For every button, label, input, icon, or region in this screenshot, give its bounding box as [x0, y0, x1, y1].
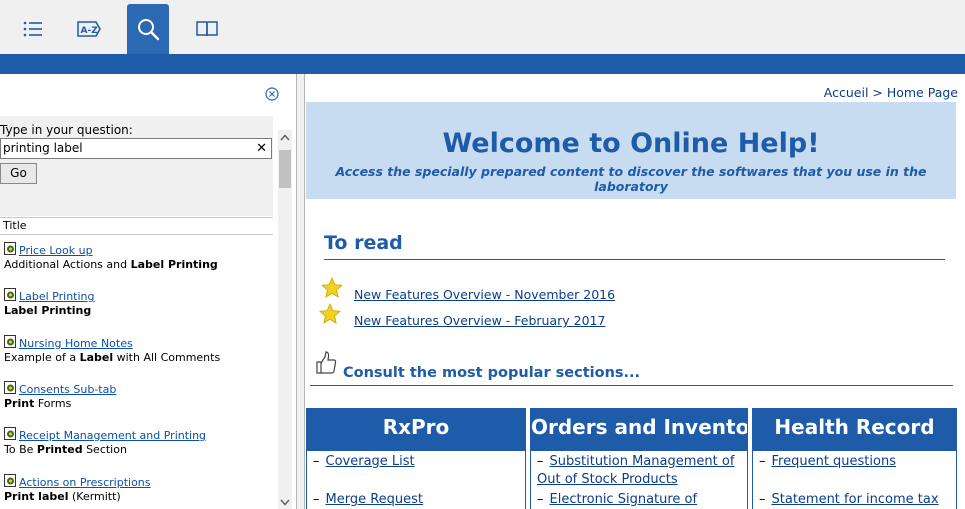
result-description-part: with All Comments: [113, 350, 221, 364]
card-rxpro: RxPro – Coverage List – Merge Request: [306, 408, 526, 509]
result-link[interactable]: Receipt Management and Printing: [19, 429, 206, 442]
results-scrollbar[interactable]: [278, 130, 292, 509]
chevron-up-icon: [280, 133, 290, 140]
a-z-label: A-Z: [81, 26, 99, 36]
result-description: Additional Actions and Label Printing: [4, 258, 218, 271]
result-link[interactable]: Consents Sub-tab: [19, 383, 116, 396]
book-icon: [196, 21, 218, 37]
result-description-part: Printed: [36, 443, 83, 457]
list-icon: [23, 21, 42, 37]
result-description: Print label (Kermitt): [4, 490, 121, 503]
result-description-part: Print: [4, 396, 35, 410]
result-link[interactable]: Price Look up: [19, 244, 93, 257]
scroll-down-button[interactable]: [278, 495, 292, 509]
topic-icon: [4, 427, 16, 441]
card-title[interactable]: RxPro: [307, 409, 525, 451]
search-form: Type in your question: printing label ✕ …: [0, 116, 273, 216]
result-description-part: Print label: [4, 489, 69, 503]
star-icon: [321, 277, 343, 298]
question-label: Type in your question:: [0, 123, 133, 137]
result-link[interactable]: Nursing Home Notes: [19, 337, 133, 350]
card-item[interactable]: – Statement for income tax: [759, 491, 954, 509]
result-description-part: Label Printing: [130, 258, 218, 271]
result-description: To Be Printed Section: [4, 443, 127, 456]
pane-splitter[interactable]: [296, 74, 305, 509]
topic-icon: [4, 473, 16, 487]
card-orders-inventory: Orders and Inventory –Substitution Manag…: [530, 408, 748, 509]
welcome-banner: Welcome to Online Help! Access the speci…: [306, 102, 956, 199]
list-item[interactable]: Nursing Home Notes Example of a Label wit…: [4, 334, 272, 367]
topic-icon: [4, 288, 16, 302]
toc-button[interactable]: [12, 4, 54, 54]
search-pane: Type in your question: printing label ✕ …: [0, 74, 296, 509]
search-input[interactable]: printing label ✕: [0, 138, 272, 159]
scroll-thumb[interactable]: [279, 150, 291, 188]
result-description-part: Example of a: [4, 350, 80, 364]
card-item[interactable]: – Electronic Signature of: [537, 491, 741, 509]
to-read-heading: To read: [324, 232, 403, 254]
to-read-link-feb-2017[interactable]: New Features Overview - February 2017: [354, 313, 605, 328]
result-description-part: Additional Actions and: [4, 258, 131, 271]
result-description-part: Label: [79, 350, 114, 364]
content-pane: Accueil > Home Page Welcome to Online He…: [305, 74, 965, 509]
thumbs-up-icon: [316, 351, 337, 374]
star-icon: [319, 303, 341, 324]
toolbar: A-Z: [0, 0, 965, 54]
chevron-down-icon: [280, 499, 290, 506]
result-description-part: To Be: [4, 443, 37, 457]
topic-icon: [4, 242, 16, 255]
clear-icon[interactable]: ✕: [256, 139, 267, 158]
result-description: Example of a Label with All Comments: [4, 351, 220, 364]
a-z-index-icon: A-Z: [77, 21, 101, 37]
card-title[interactable]: Health Record: [753, 409, 956, 451]
consult-heading: Consult the most popular sections...: [343, 365, 641, 381]
search-tab-button[interactable]: [127, 4, 169, 54]
welcome-subtitle: Access the specially prepared content to…: [335, 164, 927, 194]
result-description-part: Section: [82, 443, 127, 457]
list-item[interactable]: Actions on Prescriptions Print label (Ker…: [4, 473, 272, 506]
search-icon: [138, 19, 160, 41]
index-button[interactable]: A-Z: [68, 4, 110, 54]
list-item[interactable]: Price Look up Additional Actions and Labe…: [4, 242, 272, 274]
result-link[interactable]: Actions on Prescriptions: [19, 476, 151, 489]
card-item[interactable]: – Merge Request: [313, 491, 513, 509]
scroll-up-button[interactable]: [278, 130, 292, 144]
card-item[interactable]: – Substitution Management of Out of Stock…: [537, 453, 741, 489]
search-input-value: printing label: [3, 141, 83, 155]
to-read-link-nov-2016[interactable]: New Features Overview - November 2016: [354, 287, 615, 302]
result-description-part: (Kermitt): [68, 489, 121, 503]
list-item[interactable]: Receipt Management and Printing To Be Pri…: [4, 427, 272, 459]
to-read-divider: [324, 259, 945, 260]
result-description-part: Forms: [34, 396, 72, 410]
card-item[interactable]: – Frequent questions: [759, 453, 954, 471]
close-pane-icon[interactable]: [265, 87, 279, 101]
result-description: Label Printing: [4, 304, 91, 317]
result-description: Print Forms: [4, 397, 71, 410]
list-item[interactable]: Label Printing Label Printing: [4, 288, 272, 320]
glossary-button[interactable]: [186, 4, 228, 54]
list-item[interactable]: Consents Sub-tab Print Forms: [4, 380, 272, 413]
card-title[interactable]: Orders and Inventory: [531, 409, 747, 451]
header-bar: [0, 54, 965, 74]
card-health-record: Health Record – Frequent questions – State…: [752, 408, 957, 509]
results-column-title[interactable]: Title: [0, 217, 273, 235]
breadcrumb[interactable]: Accueil > Home Page: [824, 85, 958, 100]
consult-divider: [310, 385, 953, 386]
topic-icon: [4, 380, 16, 394]
topic-icon: [4, 334, 16, 348]
result-description-part: Label Printing: [4, 304, 92, 318]
result-link[interactable]: Label Printing: [19, 290, 95, 303]
welcome-title: Welcome to Online Help!: [442, 128, 820, 159]
card-item[interactable]: – Coverage List: [313, 453, 513, 471]
go-button[interactable]: Go: [0, 163, 37, 184]
